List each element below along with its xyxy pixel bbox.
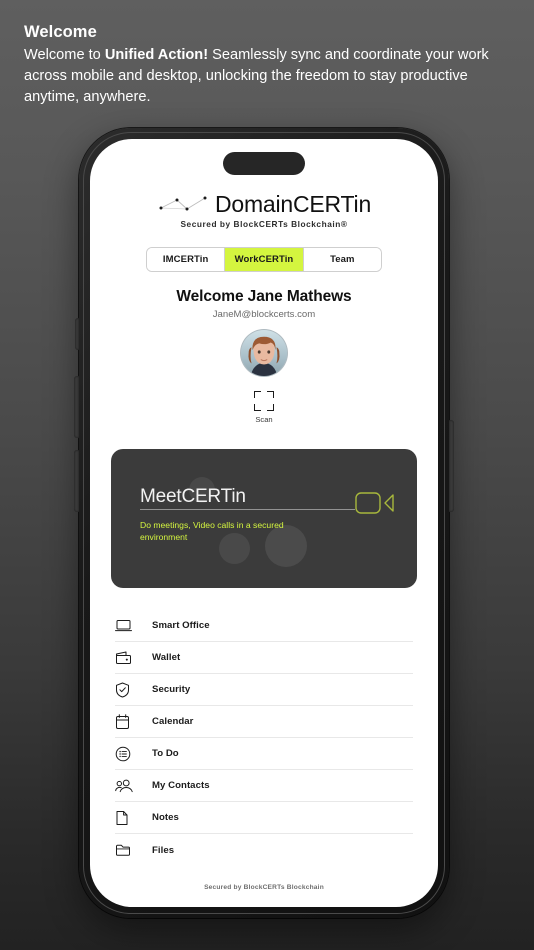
menu-item-security[interactable]: Security <box>115 674 413 706</box>
app-logo: DomainCERTin Secured by BlockCERTs Block… <box>90 192 438 229</box>
menu-item-label: Wallet <box>152 652 181 663</box>
card-subtitle: Do meetings, Video calls in a secured en… <box>140 520 284 543</box>
meetcertin-card[interactable]: MeetCERTin Do meetings, Video calls in a… <box>111 449 417 588</box>
phone-screen: DomainCERTin Secured by BlockCERTs Block… <box>90 139 438 907</box>
screen-footer-text: Secured by BlockCERTs Blockchain <box>204 884 324 891</box>
laptop-icon <box>115 619 139 633</box>
scan-frame-icon <box>254 391 274 411</box>
card-divider-line <box>140 509 355 510</box>
tab-team[interactable]: Team <box>303 248 381 271</box>
people-icon <box>115 779 139 793</box>
welcome-user-name: Welcome Jane Mathews <box>176 288 352 305</box>
user-avatar-photo <box>241 330 287 376</box>
page-title: Welcome <box>24 23 97 41</box>
menu-item-label: Smart Office <box>152 620 210 631</box>
dynamic-island <box>223 152 305 175</box>
menu-item-label: Calendar <box>152 716 194 727</box>
main-menu-list: Smart Office Wallet Security Calendar To… <box>115 610 413 866</box>
tab-imcertin[interactable]: IMCERTin <box>147 248 226 271</box>
menu-item-label: To Do <box>152 748 179 759</box>
folder-icon <box>115 843 139 857</box>
menu-item-calendar[interactable]: Calendar <box>115 706 413 738</box>
phone-volume-down-button[interactable] <box>74 450 79 512</box>
tab-workcertin[interactable]: WorkCERTin <box>225 248 304 271</box>
avatar[interactable] <box>240 329 288 377</box>
scan-label: Scan <box>255 415 273 424</box>
scan-button[interactable]: Scan <box>254 391 274 424</box>
menu-item-label: Files <box>152 844 175 856</box>
menu-item-my-contacts[interactable]: My Contacts <box>115 770 413 802</box>
description-emphasis: Unified Action! <box>104 47 209 64</box>
calendar-icon <box>115 713 139 730</box>
wallet-icon <box>115 651 139 665</box>
menu-item-label: Security <box>152 684 191 695</box>
segmented-tabs: IMCERTin WorkCERTin Team <box>146 247 382 272</box>
menu-item-label: My Contacts <box>152 780 210 791</box>
note-page-icon <box>115 810 139 826</box>
network-constellation-icon <box>159 196 207 211</box>
logo-wordmark: DomainCERTin <box>214 190 372 217</box>
logo-row: DomainCERTin <box>157 192 371 216</box>
page-description: Welcome to Unified Action! Seamlessly sy… <box>24 45 494 107</box>
app-content: DomainCERTin Secured by BlockCERTs Block… <box>90 139 438 907</box>
phone-volume-up-button[interactable] <box>74 376 79 438</box>
shield-check-icon <box>115 682 139 698</box>
menu-item-to-do[interactable]: To Do <box>115 738 413 770</box>
menu-item-notes[interactable]: Notes <box>115 802 413 834</box>
video-camera-icon <box>355 492 394 514</box>
card-title: MeetCERTin <box>140 486 246 507</box>
menu-item-label: Notes <box>152 812 179 823</box>
checklist-circle-icon <box>115 746 139 762</box>
phone-mockup: DomainCERTin Secured by BlockCERTs Block… <box>74 128 454 918</box>
phone-silent-switch[interactable] <box>75 318 79 350</box>
menu-item-smart-office[interactable]: Smart Office <box>115 610 413 642</box>
menu-item-wallet[interactable]: Wallet <box>115 642 413 674</box>
page-header: Welcome Welcome to Unified Action! Seaml… <box>24 22 494 108</box>
user-email: JaneM@blockcerts.com <box>212 309 316 320</box>
description-pre: Welcome to <box>24 47 105 64</box>
menu-item-files[interactable]: Files <box>115 834 413 866</box>
logo-tagline: Secured by BlockCERTs Blockchain® <box>180 219 348 229</box>
phone-power-button[interactable] <box>449 420 454 512</box>
